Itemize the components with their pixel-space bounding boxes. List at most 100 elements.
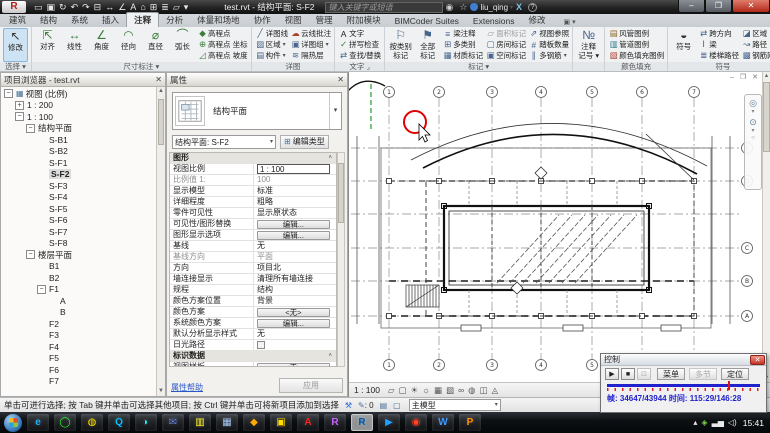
property-value[interactable]: <无>	[254, 307, 336, 317]
ribbon-button-duct-legend[interactable]: ▤ 风管图例	[608, 28, 664, 39]
customize-qat-icon[interactable]: ▾	[184, 1, 189, 13]
tree-item[interactable]: +1 : 200	[1, 100, 156, 112]
ribbon-tab[interactable]: 建筑	[2, 13, 33, 27]
tree-item[interactable]: B2	[1, 272, 156, 284]
apply-button[interactable]: 应用	[279, 378, 343, 393]
collapse-icon[interactable]: −	[37, 284, 46, 294]
taskbar-player-icon[interactable]: ▶	[378, 414, 400, 431]
ribbon-tab[interactable]: 管理	[309, 13, 340, 27]
timeline-position-marker[interactable]	[727, 381, 730, 390]
analytical-model-icon[interactable]: ◬	[492, 385, 499, 396]
temporary-hide-isolate-icon[interactable]: ∞	[458, 385, 464, 395]
tree-item[interactable]: F4	[1, 341, 156, 353]
navbar-options-icon[interactable]: ○	[751, 135, 755, 142]
collapse-icon[interactable]: −	[26, 123, 35, 133]
ribbon-button-area-tag[interactable]: ▱ 面积标记	[485, 28, 526, 39]
ribbon-button-pipe-legend[interactable]: ▥ 管道图例	[608, 39, 664, 50]
ribbon-tab[interactable]: 视图	[278, 13, 309, 27]
instance-selector[interactable]: 结构平面: S-F2 ▾	[172, 134, 276, 149]
tree-item[interactable]: S-F1	[1, 157, 156, 169]
property-edit-button[interactable]: 编辑...	[257, 219, 330, 229]
ribbon-button-stair-path[interactable]: ≣ 楼梯路径	[698, 50, 739, 61]
multi-section-button[interactable]: 多节	[689, 368, 717, 380]
volume-icon[interactable]: ◁)	[728, 418, 737, 427]
taskbar-pps-icon[interactable]: ◉	[405, 414, 427, 431]
detail-level-icon[interactable]: ▱	[388, 385, 395, 396]
thin-lines-icon[interactable]: ≣	[161, 1, 169, 13]
ribbon-button-insulation[interactable]: ≋ 隔热层	[290, 50, 331, 61]
ribbon-button-tread-number[interactable]: # 踏板数量	[528, 39, 569, 50]
taskbar-calculator-icon[interactable]: ▦	[216, 414, 238, 431]
ribbon-button-spot-slope[interactable]: ◿ 高程点 坡度	[197, 50, 247, 61]
edit-type-button[interactable]: ⊞ 编辑类型	[280, 134, 329, 149]
drawing-scrollbar[interactable]: ▲ ▼	[762, 72, 770, 382]
ribbon-button-dim-aligned[interactable]: ⇱ 对齐	[35, 28, 60, 62]
ribbon-button-path-symbol[interactable]: ↝ 路径	[741, 39, 770, 50]
design-options-icon[interactable]: ▢	[393, 401, 401, 410]
tree-item[interactable]: F7	[1, 376, 156, 388]
tree-item[interactable]: S-F8	[1, 238, 156, 250]
shadows-icon[interactable]: ☼	[422, 385, 430, 395]
tree-item[interactable]: F6	[1, 364, 156, 376]
close-button[interactable]: ✕	[732, 0, 770, 13]
collapse-icon[interactable]: −	[26, 250, 35, 260]
open-icon[interactable]: ▭	[34, 1, 43, 13]
scrollbar-thumb[interactable]	[338, 163, 344, 223]
ribbon-button-room-tag[interactable]: ▢ 房间标记	[485, 39, 527, 50]
ribbon-button-dim-linear[interactable]: ↔ 线性	[62, 28, 87, 62]
ribbon-tab[interactable]: 修改	[522, 13, 553, 27]
property-value[interactable]	[254, 341, 336, 349]
switch-windows-icon[interactable]: ▱	[173, 1, 180, 13]
taskbar-revit-icon[interactable]: R	[351, 414, 373, 431]
ribbon-tab[interactable]: 系统	[64, 13, 95, 27]
ribbon-tab[interactable]: 协作	[247, 13, 278, 27]
stop-button[interactable]: ■	[621, 368, 635, 380]
tree-item[interactable]: B1	[1, 261, 156, 273]
print-icon[interactable]: ⊟	[94, 1, 102, 13]
ribbon-button-tag-by-category[interactable]: ⚐ 按类别 标记	[388, 28, 413, 62]
property-edit-button[interactable]: 编辑...	[257, 230, 330, 240]
design-option-selector[interactable]: 主模型 ▾	[408, 399, 501, 411]
ribbon-button-spot-coordinate[interactable]: ⊕ 高程点 坐标	[197, 39, 248, 50]
tree-item[interactable]: F5	[1, 353, 156, 365]
ribbon-panel-label[interactable]: 符号	[668, 62, 770, 71]
zoom-icon[interactable]: ⊙	[749, 116, 757, 128]
ribbon-button-dim-angular[interactable]: ∠ 角度	[89, 28, 114, 62]
control-dialog-titlebar[interactable]: 控制 ✕	[601, 354, 766, 366]
taskbar-folder-icon[interactable]: ▥	[189, 414, 211, 431]
ribbon-button-dim-diameter[interactable]: ⌀ 直径	[143, 28, 168, 62]
property-group-header[interactable]: 图形 ˄	[170, 153, 336, 164]
property-value[interactable]: 编辑...	[254, 230, 336, 240]
taskbar-qq-icon[interactable]: Q	[108, 414, 130, 431]
pause-button[interactable]: ⊡	[637, 368, 651, 380]
star-icon[interactable]: ☆	[459, 2, 467, 13]
taskbar-reader-icon[interactable]: ▣	[270, 414, 292, 431]
tree-item[interactable]: F2	[1, 318, 156, 330]
property-group-header[interactable]: 标识数据 ˄	[170, 351, 336, 362]
ribbon-button-fabric-sheet[interactable]: ▩钢筋网	[741, 50, 770, 61]
scrollbar-thumb[interactable]	[763, 82, 770, 152]
ribbon-button-find-replace[interactable]: ⇄ 查找/替换	[338, 50, 381, 61]
ribbon-button-beam-symbol[interactable]: Ⅰ梁	[698, 39, 739, 50]
scroll-up-icon[interactable]: ▲	[763, 72, 770, 80]
tree-item[interactable]: S-F7	[1, 226, 156, 238]
security-shield-icon[interactable]: ◈	[701, 418, 707, 427]
save-icon[interactable]: ▣	[47, 1, 56, 13]
maximize-button[interactable]: ❐	[705, 0, 732, 13]
dimension-icon[interactable]: ∠	[118, 1, 126, 13]
taskbar-browser-icon[interactable]: ◯	[54, 414, 76, 431]
ribbon-button-dim-radial[interactable]: ◠ 径向	[116, 28, 141, 62]
property-value[interactable]: <无>	[254, 362, 336, 366]
reveal-hidden-elements-icon[interactable]: ◍	[468, 385, 475, 396]
sun-path-icon[interactable]: ☀	[411, 385, 419, 396]
taskbar-powerpoint-icon[interactable]: P	[459, 414, 481, 431]
properties-close-icon[interactable]: ✕	[337, 75, 344, 84]
property-edit-button[interactable]: <无>	[257, 307, 330, 317]
property-value[interactable]: 编辑...	[254, 318, 336, 328]
property-checkbox[interactable]	[257, 341, 265, 349]
project-browser-header[interactable]: 项目浏览器 - test.rvt ✕	[1, 73, 165, 87]
collapse-icon[interactable]: −	[4, 89, 13, 99]
steering-wheel-icon[interactable]: ◎	[749, 97, 757, 109]
ribbon-panel-label[interactable]	[573, 62, 605, 71]
taskbar-word-icon[interactable]: W	[432, 414, 454, 431]
